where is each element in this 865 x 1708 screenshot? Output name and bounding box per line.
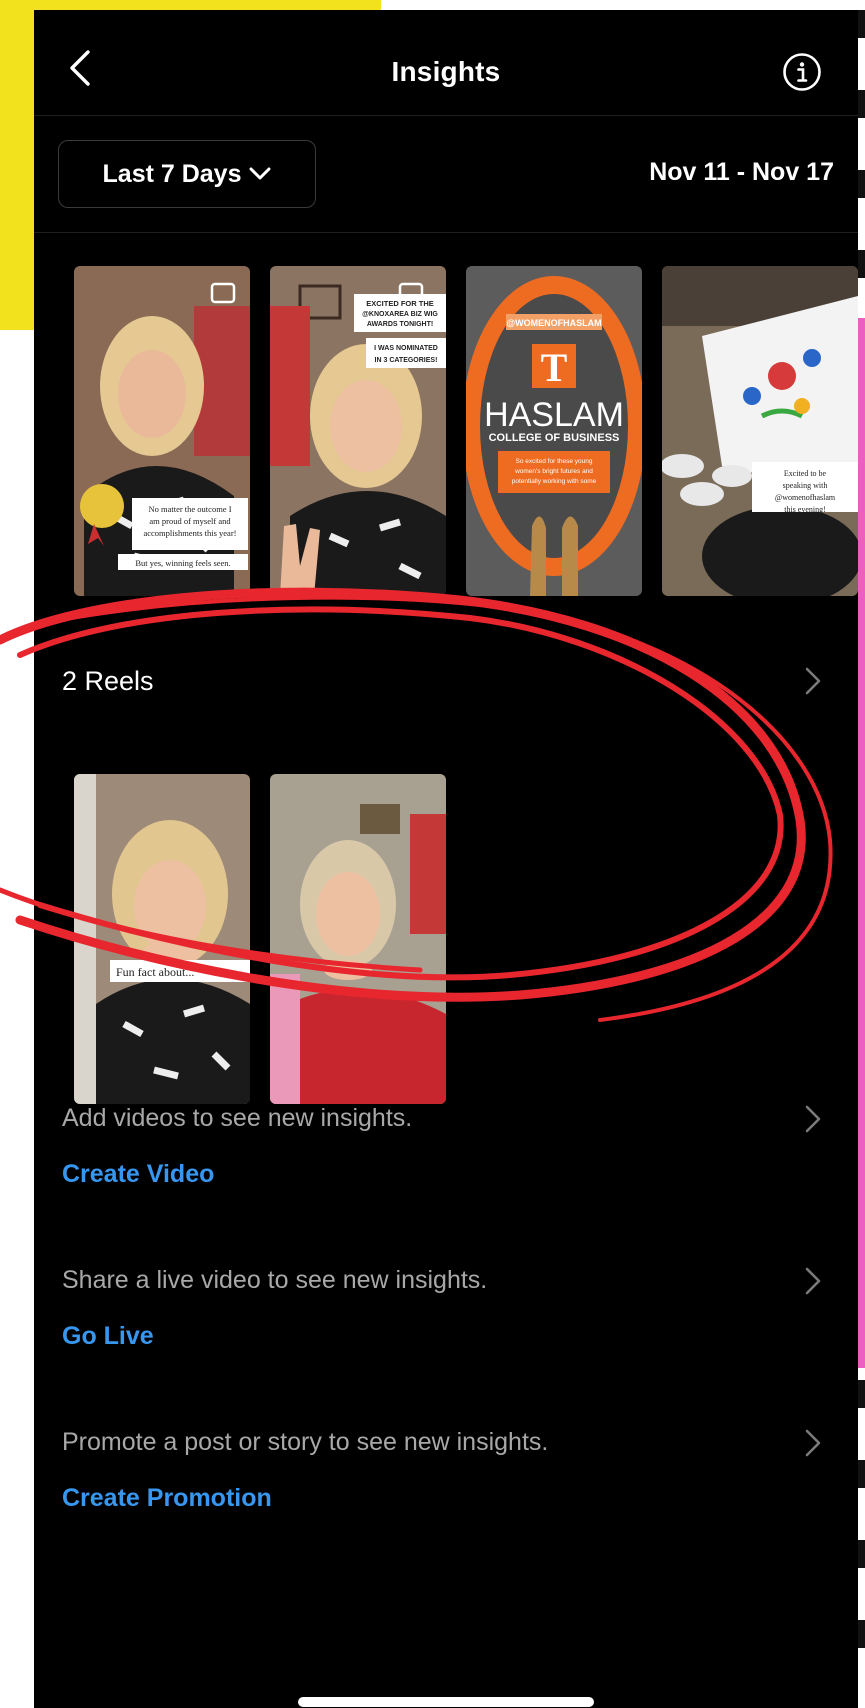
svg-text:But yes, winning feels seen.: But yes, winning feels seen. (135, 558, 230, 568)
date-range-dropdown[interactable]: Last 7 Days (58, 140, 316, 208)
go-live-row[interactable]: Share a live video to see new insights. (62, 1256, 850, 1306)
info-button[interactable] (782, 52, 822, 92)
svg-text:@KNOXAREA BIZ WIG: @KNOXAREA BIZ WIG (362, 311, 438, 318)
phone-screen: Insights Last 7 Days Nov 11 - Nov 17 No … (34, 10, 858, 1708)
top-bar: Insights (34, 10, 858, 116)
chevron-right-icon (805, 667, 821, 695)
reel-thumbnail[interactable]: Fun fact about... (74, 774, 250, 1104)
chevron-right-icon (805, 1267, 821, 1295)
svg-text:COLLEGE OF BUSINESS: COLLEGE OF BUSINESS (489, 432, 620, 444)
story-thumbnail[interactable]: Excited to be speaking with @womenofhasl… (662, 266, 858, 596)
chevron-right-icon (805, 1429, 821, 1457)
date-range-dropdown-label: Last 7 Days (102, 159, 242, 188)
svg-text:this evening!: this evening! (784, 505, 826, 514)
reel-caption: Fun fact about... (116, 965, 194, 979)
reels-row: Fun fact about... (74, 774, 474, 1104)
story-thumbnail[interactable]: @WOMENOFHASLAM T HASLAM COLLEGE OF BUSIN… (466, 266, 642, 596)
date-range-text: Nov 11 - Nov 17 (649, 158, 834, 186)
svg-text:@womenofhaslam: @womenofhaslam (775, 493, 836, 502)
svg-text:am proud of myself and: am proud of myself and (149, 516, 231, 526)
story-thumbnail[interactable]: No matter the outcome I am proud of myse… (74, 266, 250, 596)
story-image: No matter the outcome I am proud of myse… (74, 266, 250, 596)
svg-text:So excited for these young: So excited for these young (516, 458, 593, 465)
promote-row[interactable]: Promote a post or story to see new insig… (62, 1418, 850, 1468)
info-icon (783, 53, 821, 91)
add-videos-row[interactable]: Add videos to see new insights. (62, 1094, 850, 1144)
home-indicator[interactable] (298, 1697, 594, 1707)
create-video-link[interactable]: Create Video (62, 1160, 214, 1189)
add-videos-text: Add videos to see new insights. (62, 1104, 413, 1132)
reels-count-label: 2 Reels (62, 666, 154, 696)
stories-row: No matter the outcome I am proud of myse… (74, 266, 858, 596)
svg-text:I WAS NOMINATED: I WAS NOMINATED (374, 345, 438, 352)
divider (34, 232, 858, 233)
create-promotion-link[interactable]: Create Promotion (62, 1484, 272, 1513)
svg-text:@WOMENOFHASLAM: @WOMENOFHASLAM (506, 318, 601, 328)
reel-image: Fun fact about... (74, 774, 250, 1104)
svg-text:speaking with: speaking with (783, 481, 828, 490)
promote-text: Promote a post or story to see new insig… (62, 1428, 549, 1456)
svg-text:IN 3 CATEGORIES!: IN 3 CATEGORIES! (375, 357, 438, 364)
svg-text:T: T (541, 345, 568, 390)
svg-text:Excited to be: Excited to be (784, 469, 827, 478)
go-live-link[interactable]: Go Live (62, 1322, 154, 1351)
svg-text:women's bright futures and: women's bright futures and (514, 468, 593, 475)
svg-text:AWARDS TONIGHT!: AWARDS TONIGHT! (367, 321, 433, 328)
reel-image (270, 774, 446, 1104)
story-image: Excited to be speaking with @womenofhasl… (662, 266, 858, 596)
chevron-right-icon (805, 1105, 821, 1133)
reels-section-row[interactable]: 2 Reels (62, 650, 850, 710)
reel-thumbnail[interactable] (270, 774, 446, 1104)
svg-text:potentially working with some: potentially working with some (512, 478, 597, 485)
page-title: Insights (391, 56, 501, 87)
story-thumbnail[interactable]: EXCITED FOR THE @KNOXAREA BIZ WIG AWARDS… (270, 266, 446, 596)
go-live-text: Share a live video to see new insights. (62, 1266, 488, 1294)
svg-text:No matter the outcome I: No matter the outcome I (148, 504, 231, 514)
svg-text:HASLAM: HASLAM (484, 396, 624, 434)
svg-text:accomplishments this year!: accomplishments this year! (143, 528, 236, 538)
svg-text:EXCITED FOR THE: EXCITED FOR THE (366, 299, 434, 308)
story-image: EXCITED FOR THE @KNOXAREA BIZ WIG AWARDS… (270, 266, 446, 596)
story-image: @WOMENOFHASLAM T HASLAM COLLEGE OF BUSIN… (466, 266, 642, 596)
chevron-down-icon (249, 167, 271, 180)
